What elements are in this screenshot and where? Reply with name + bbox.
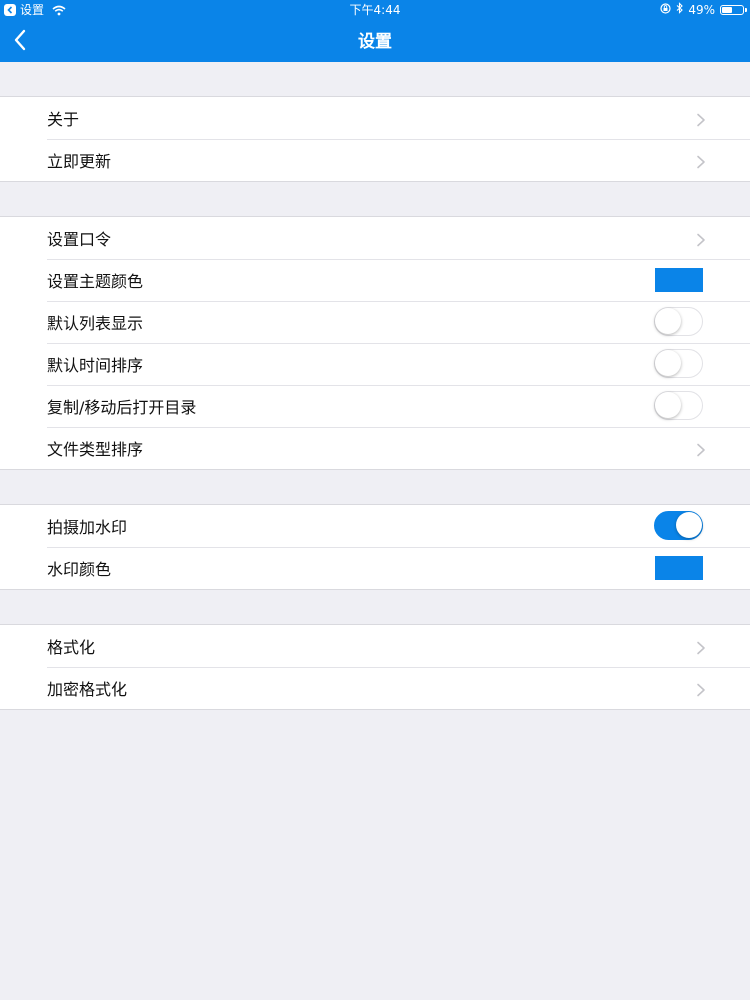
default-list-view-toggle[interactable] — [654, 307, 703, 336]
settings-row-label: 设置口令 — [47, 230, 112, 249]
settings-row-label: 格式化 — [47, 638, 96, 657]
settings-row-capture-watermark[interactable]: 拍摄加水印 — [0, 505, 750, 547]
settings-row-label: 文件类型排序 — [47, 440, 144, 459]
battery-percentage: 49% — [688, 3, 715, 17]
settings-list: 关于立即更新设置口令设置主题颜色 默认列表显示 默认时间排序复制/移动后打开目录 文件… — [0, 62, 750, 710]
settings-row-update-now[interactable]: 立即更新 — [0, 139, 750, 181]
settings-group: 拍摄加水印 水印颜色 — [0, 504, 750, 590]
open-folder-after-copy-move-toggle[interactable] — [654, 391, 703, 420]
capture-watermark-toggle[interactable] — [654, 511, 703, 540]
battery-icon — [720, 5, 747, 15]
settings-row-theme-color[interactable]: 设置主题颜色 — [0, 259, 750, 301]
toggle-knob — [655, 308, 681, 334]
battery-level — [722, 7, 732, 13]
navigation-header: 设置 下午4:44 49% 设置 — [0, 0, 750, 62]
settings-row-about[interactable]: 关于 — [0, 97, 750, 139]
settings-row-label: 加密格式化 — [47, 680, 128, 699]
bluetooth-icon — [676, 0, 684, 20]
page-title: 设置 — [358, 32, 392, 52]
orientation-lock-icon — [660, 0, 671, 20]
status-bar-right: 49% — [655, 0, 747, 20]
chevron-right-icon — [696, 442, 706, 457]
chevron-right-icon — [696, 232, 706, 247]
settings-row-encrypted-format[interactable]: 加密格式化 — [0, 667, 750, 709]
settings-row-default-list-view[interactable]: 默认列表显示 — [0, 301, 750, 343]
theme-color-swatch[interactable] — [655, 268, 703, 292]
status-time: 下午4:44 — [349, 3, 401, 17]
settings-group: 格式化 加密格式化 — [0, 624, 750, 710]
status-bar: 设置 下午4:44 49% — [0, 0, 750, 20]
settings-row-open-folder-after-copy-move[interactable]: 复制/移动后打开目录 — [0, 385, 750, 427]
default-time-sort-toggle[interactable] — [654, 349, 703, 378]
toggle-knob — [655, 350, 681, 376]
settings-row-label: 立即更新 — [47, 152, 112, 171]
settings-group: 关于 立即更新 — [0, 96, 750, 182]
battery-cap — [745, 8, 747, 12]
settings-row-label: 默认列表显示 — [47, 314, 144, 333]
toggle-knob — [655, 392, 681, 418]
settings-group: 设置口令设置主题颜色 默认列表显示 默认时间排序复制/移动后打开目录 文件类型排序 — [0, 216, 750, 470]
settings-row-watermark-color[interactable]: 水印颜色 — [0, 547, 750, 589]
settings-row-label: 设置主题颜色 — [47, 272, 144, 291]
settings-row-label: 拍摄加水印 — [47, 518, 128, 537]
settings-row-format[interactable]: 格式化 — [0, 625, 750, 667]
settings-row-set-passcode[interactable]: 设置口令 — [0, 217, 750, 259]
chevron-right-icon — [696, 682, 706, 697]
settings-row-label: 默认时间排序 — [47, 356, 144, 375]
chevron-right-icon — [696, 640, 706, 655]
watermark-color-swatch[interactable] — [655, 556, 703, 580]
settings-row-label: 关于 — [47, 110, 80, 129]
settings-row-default-time-sort[interactable]: 默认时间排序 — [0, 343, 750, 385]
settings-row-label: 复制/移动后打开目录 — [47, 398, 197, 417]
settings-row-label: 水印颜色 — [47, 560, 112, 579]
chevron-right-icon — [696, 112, 706, 127]
settings-row-file-type-sort[interactable]: 文件类型排序 — [0, 427, 750, 469]
chevron-right-icon — [696, 154, 706, 169]
toggle-knob — [676, 512, 702, 538]
